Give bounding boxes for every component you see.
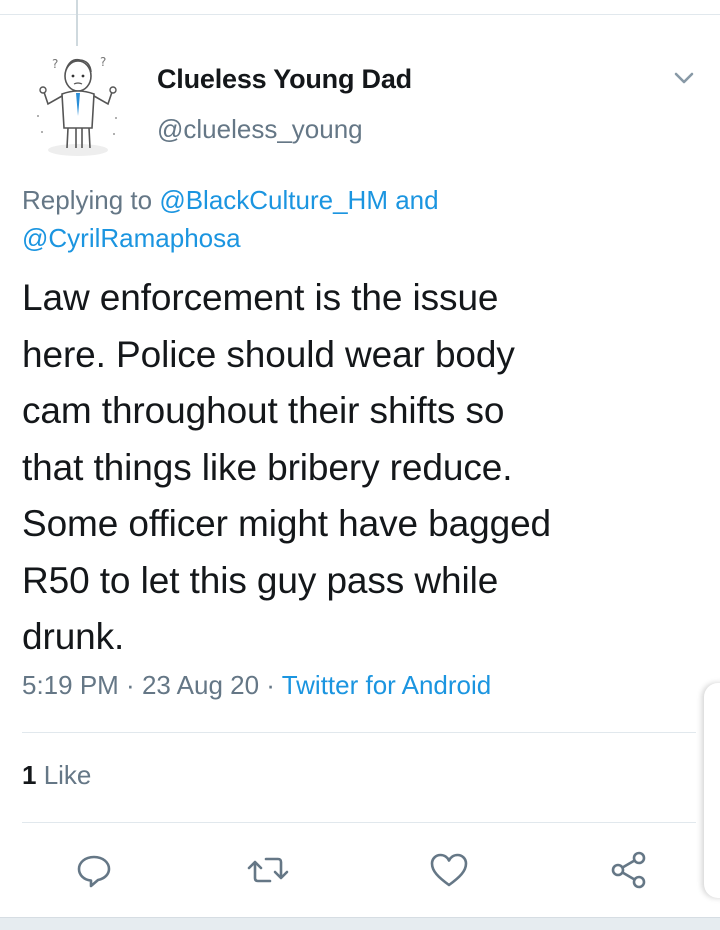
mention-link[interactable]: @CyrilRamaphosa	[22, 223, 241, 253]
likes-count: 1	[22, 760, 37, 790]
chevron-down-icon[interactable]	[670, 66, 698, 90]
svg-text:?: ?	[52, 57, 58, 71]
tweet-text: Law enforcement is the issue here. Polic…	[22, 277, 552, 657]
avatar[interactable]: ? ?	[20, 46, 136, 162]
svg-text:?: ?	[100, 55, 106, 69]
heart-icon[interactable]	[427, 848, 471, 892]
user-handle[interactable]: @clueless_young	[157, 114, 363, 145]
retweet-icon[interactable]	[246, 848, 290, 892]
tweet-source-link[interactable]: Twitter for Android	[282, 670, 492, 700]
divider	[22, 822, 696, 823]
divider	[22, 732, 696, 733]
mention-link[interactable]: @BlackCulture_HM	[159, 185, 388, 215]
edge-panel-handle[interactable]	[704, 683, 720, 898]
thread-connector-line	[76, 0, 78, 46]
avatar-cartoon-image: ? ?	[20, 46, 136, 162]
likes-label: Like	[36, 760, 92, 790]
replying-to: Replying to @BlackCulture_HM and @CyrilR…	[22, 181, 542, 257]
reply-icon[interactable]	[72, 848, 116, 892]
replying-joiner: and	[388, 185, 439, 215]
tweet-meta: 5:19 PM · 23 Aug 20 · Twitter for Androi…	[22, 670, 491, 701]
bottom-divider-bar	[0, 917, 720, 930]
replying-prefix: Replying to	[22, 185, 160, 215]
top-divider	[0, 14, 720, 15]
tweet-time: 5:19 PM	[22, 670, 119, 700]
likes-stat[interactable]: 1 Like	[22, 760, 91, 791]
display-name[interactable]: Clueless Young Dad	[157, 64, 412, 95]
share-icon[interactable]	[607, 848, 651, 892]
tweet-date: 23 Aug 20	[141, 670, 260, 700]
meta-separator: ·	[118, 670, 142, 700]
meta-separator: ·	[259, 670, 282, 700]
